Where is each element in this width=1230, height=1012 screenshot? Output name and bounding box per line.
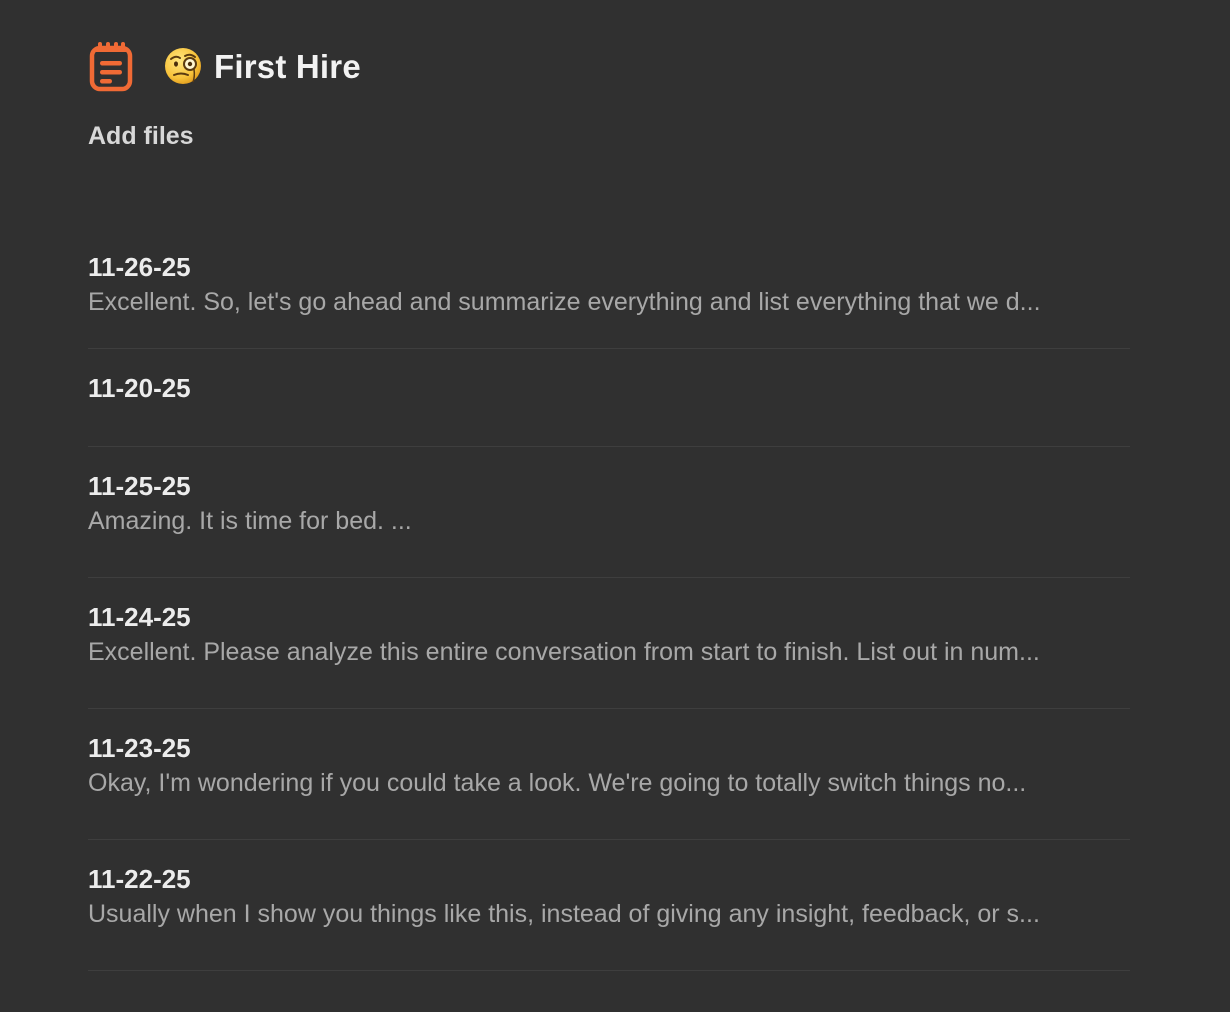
note-date: 11-23-25 xyxy=(88,733,191,763)
note-item[interactable]: 11-25-25 Amazing. It is time for bed. ..… xyxy=(88,447,1130,578)
note-date: 11-22-25 xyxy=(88,864,191,894)
note-date: 11-26-25 xyxy=(88,252,191,282)
note-item[interactable]: 11-26-25 Excellent. So, let's go ahead a… xyxy=(88,230,1130,349)
face-with-monocle-icon xyxy=(164,47,202,85)
project-header: First Hire xyxy=(88,38,361,94)
note-item[interactable]: 11-22-25 Usually when I show you things … xyxy=(88,840,1130,971)
note-preview: Excellent. So, let's go ahead and summar… xyxy=(88,288,1041,316)
add-files-button[interactable]: Add files xyxy=(88,124,194,149)
note-preview: Okay, I'm wondering if you could take a … xyxy=(88,769,1027,797)
note-item[interactable]: 11-24-25 Excellent. Please analyze this … xyxy=(88,578,1130,709)
notes-icon[interactable] xyxy=(88,40,134,92)
note-item[interactable]: 11-20-25 xyxy=(88,349,1130,447)
note-preview: Amazing. It is time for bed. ... xyxy=(88,507,412,535)
page-title: First Hire xyxy=(214,47,361,85)
note-date: 11-24-25 xyxy=(88,602,191,632)
note-preview: Excellent. Please analyze this entire co… xyxy=(88,638,1040,666)
note-date: 11-25-25 xyxy=(88,471,191,501)
note-item[interactable]: 11-23-25 Okay, I'm wondering if you coul… xyxy=(88,709,1130,840)
note-preview: Usually when I show you things like this… xyxy=(88,900,1040,928)
notes-list: 11-26-25 Excellent. So, let's go ahead a… xyxy=(88,230,1130,971)
note-date: 11-20-25 xyxy=(88,373,191,403)
